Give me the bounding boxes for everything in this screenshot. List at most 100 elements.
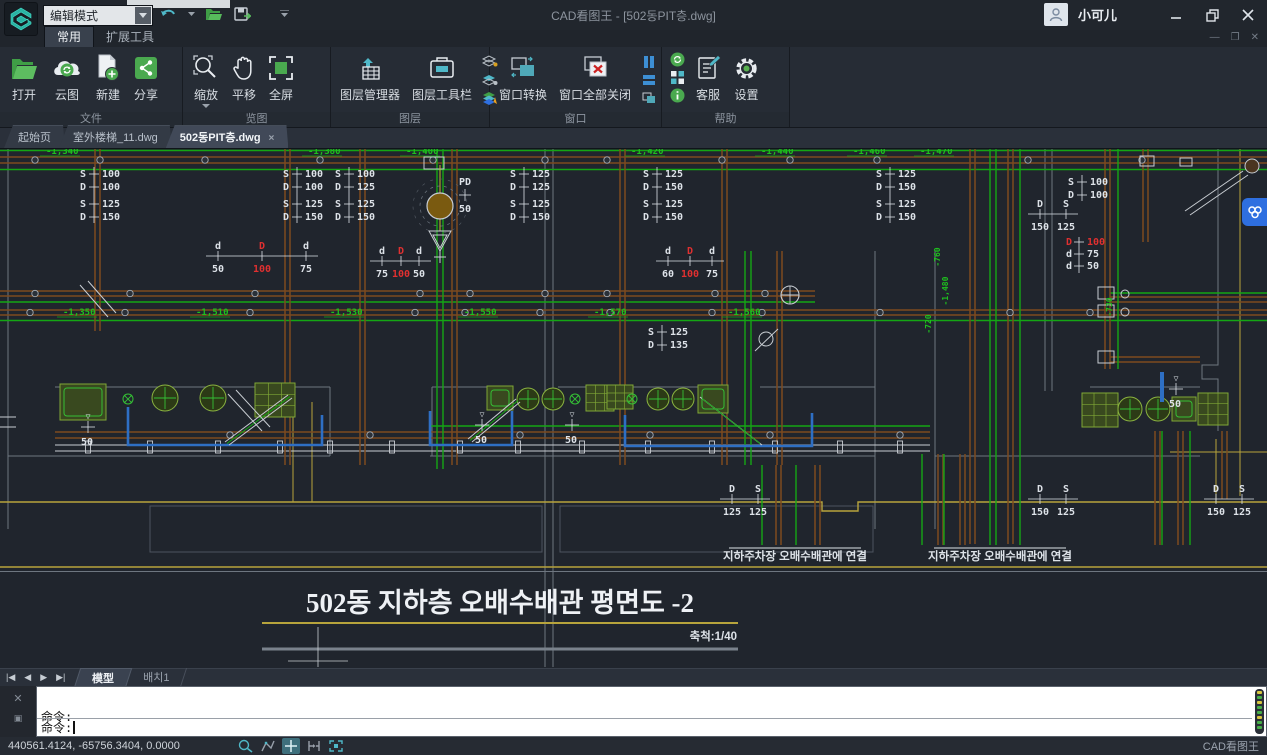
info-icon[interactable] [668,88,686,103]
command-scrollbar[interactable] [1255,689,1264,734]
svg-text:S: S [876,169,882,180]
close-commandline-icon[interactable]: ✕ [13,692,22,705]
doctab-502-pit-dwg[interactable]: 502동PIT층.dwg× [166,125,289,148]
restore-button[interactable] [1199,4,1225,26]
mode-dropdown-button[interactable] [135,7,151,24]
command-window[interactable]: 命令: 命令:_commandline 命令: [36,686,1267,737]
ribbon-group-file: 打开 云图 [0,47,183,127]
fullscreen-button[interactable]: 全屏 [263,50,299,105]
prev-tab-icon[interactable]: ◀ [24,672,31,683]
layer-manager-button[interactable]: 图层管理器 [335,50,405,105]
restore-icon [1206,9,1219,22]
svg-text:S: S [643,169,649,180]
pan-hand-icon [232,52,256,84]
doc-minimize-icon[interactable]: — [1210,32,1220,43]
close-all-windows-button[interactable]: 窗口全部关闭 [554,50,636,105]
undo-dropdown[interactable] [186,4,196,24]
doctab-stairs-dwg[interactable]: 室外楼梯_11.dwg [59,125,172,148]
svg-text:502동 지하층 오배수배관 평면도 -2: 502동 지하층 오배수배관 평면도 -2 [306,588,694,618]
svg-text:125: 125 [749,507,767,518]
tile-vertical-icon[interactable] [640,54,658,69]
feature-blocks-icon[interactable] [668,70,686,85]
support-button[interactable]: 客服 [690,50,726,105]
ribbon-tab-common[interactable]: 常用 [44,26,94,47]
svg-text:125: 125 [723,507,741,518]
cursor-coordinates: 440561.4124, -65756.3404, 0.0000 [8,740,238,752]
open-button[interactable]: 打开 [4,50,44,105]
zoom-tool-icon[interactable] [238,739,254,753]
cascade-windows-icon[interactable] [640,90,658,105]
command-input-row[interactable]: 命令: [37,718,1252,736]
svg-text:-720: -720 [924,314,933,333]
svg-text:D: D [80,212,86,223]
app-logo[interactable] [4,2,38,36]
svg-text:D: D [1066,237,1072,248]
cloud-sync-float-button[interactable] [1242,198,1267,226]
ribbon-tab-extended[interactable]: 扩展工具 [94,27,166,47]
tile-horizontal-icon[interactable] [640,72,658,87]
layer-toolbar-button[interactable]: 图层工具栏 [407,50,477,105]
cloud-share-icon [1247,205,1263,219]
window-switch-icon [508,52,538,84]
expand-commandline-icon[interactable]: ▣ [14,713,23,724]
first-tab-icon[interactable]: |◀ [6,672,15,683]
undo-button[interactable] [158,4,178,24]
save-as-button[interactable] [232,4,252,24]
svg-text:50: 50 [81,437,93,448]
username: 小可儿 [1078,5,1117,24]
window-switch-button[interactable]: 窗口转换 [494,50,552,105]
zoom-button[interactable]: 缩放 [187,50,225,110]
svg-text:150: 150 [532,212,550,223]
svg-text:150: 150 [305,212,323,223]
new-file-button[interactable]: 新建 [90,50,126,105]
svg-text:150: 150 [102,212,120,223]
tab-layout1[interactable]: 배치1 [126,668,188,687]
svg-text:100: 100 [1090,190,1108,201]
pan-button[interactable]: 平移 [227,50,261,105]
window-controls [1163,4,1261,26]
svg-text:S: S [80,169,86,180]
svg-text:D: D [687,246,693,257]
ribbon-group-layer: 图层管理器 图层工具栏 [331,47,490,127]
minimize-button[interactable] [1163,4,1189,26]
tab-close-icon[interactable]: × [269,133,275,144]
group-label-window: 窗口 [490,112,661,127]
open-folder-icon [205,7,223,21]
close-button[interactable] [1235,4,1261,26]
share-button[interactable]: 分享 [128,50,164,105]
svg-text:d: d [1066,261,1072,272]
next-tab-icon[interactable]: ▶ [40,672,47,683]
svg-text:▽: ▽ [1174,374,1179,383]
check-update-icon[interactable] [668,52,686,67]
svg-text:S: S [648,327,654,338]
svg-text:▽: ▽ [570,410,575,419]
svg-text:D: D [283,212,289,223]
quick-open-button[interactable] [204,4,224,24]
zoom-dropdown-icon[interactable] [202,104,210,108]
text-cursor [73,721,75,734]
drawing-canvas[interactable]: S100D100S125D150S100D100S125D150S100D125… [0,149,1267,668]
last-tab-icon[interactable]: ▶| [56,672,65,683]
ribbon-group-help: 客服 设置 帮助 [662,47,790,127]
polyline-tool-icon[interactable] [260,739,276,753]
tab-model[interactable]: 模型 [74,668,132,688]
customize-toolbar-button[interactable] [274,4,294,24]
snap-tool-icon[interactable] [306,739,322,753]
crosshair-tool-icon[interactable] [282,738,300,754]
mode-select[interactable]: 编辑模式 [43,5,153,26]
user-area[interactable]: 小可儿 [1044,3,1117,26]
doc-restore-icon[interactable]: ❐ [1231,32,1240,43]
doc-close-icon[interactable]: ✕ [1251,32,1259,43]
doctab-start-page[interactable]: 起始页 [4,125,65,148]
svg-text:125: 125 [1057,507,1075,518]
cloud-drawing-button[interactable]: 云图 [46,50,88,105]
settings-button[interactable]: 设置 [728,50,765,105]
svg-text:75: 75 [1087,249,1099,260]
svg-text:지하주차장 오배수배관에 연결: 지하주차장 오배수배관에 연결 [928,549,1072,563]
svg-text:d: d [379,246,385,257]
ribbon-group-view: 缩放 平移 全屏 [183,47,331,127]
svg-text:D: D [1037,484,1043,495]
model-tab-bar: |◀ ◀ ▶ ▶| 模型 배치1 [0,668,1267,686]
svg-text:50: 50 [459,204,471,215]
extents-tool-icon[interactable] [328,739,344,753]
